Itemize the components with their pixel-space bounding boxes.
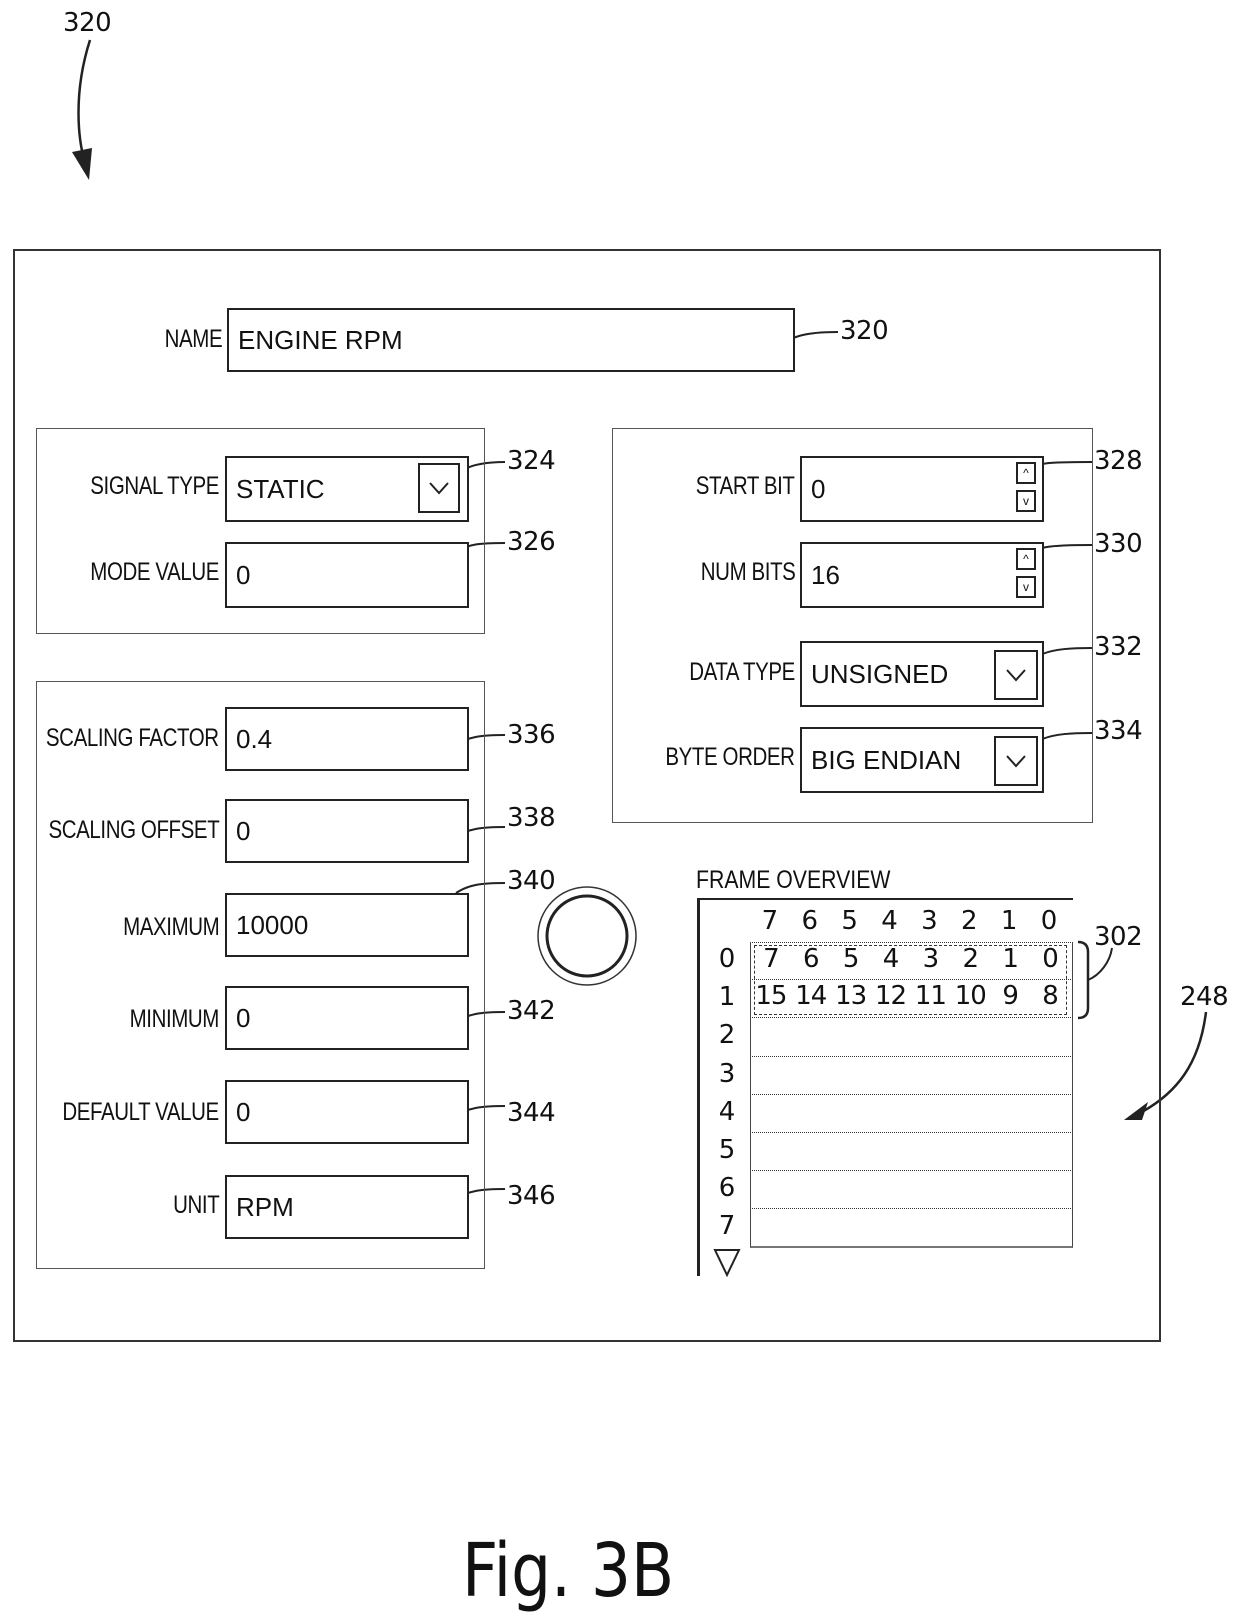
name-input-value: ENGINE RPM xyxy=(238,324,403,355)
ref-label-346: 346 xyxy=(507,1181,556,1211)
scaling-offset-label: SCALING OFFSET xyxy=(48,816,219,844)
unit-value: RPM xyxy=(236,1191,294,1222)
byte-row[interactable] xyxy=(750,1133,1073,1172)
bit-header: 3 xyxy=(921,906,938,936)
byte-row-index: 0 xyxy=(718,944,736,974)
ref-label-320-main: 320 xyxy=(63,8,112,38)
mode-value-value: 0 xyxy=(236,559,251,590)
ref-label-336: 336 xyxy=(507,720,556,750)
bit-header: 4 xyxy=(881,906,898,936)
chevron-down-icon: v xyxy=(1023,580,1029,594)
ref-label-326: 326 xyxy=(507,527,556,557)
ref-label-320: 320 xyxy=(840,316,889,346)
unit-label: UNIT xyxy=(172,1191,220,1219)
ref-label-332: 332 xyxy=(1094,632,1143,662)
num-bits-decrement-button[interactable]: v xyxy=(1016,576,1036,598)
byte-row-index: 1 xyxy=(718,982,736,1013)
chevron-down-icon xyxy=(1006,669,1026,682)
byte-order-dropdown-button[interactable] xyxy=(994,736,1038,786)
ref-label-334: 334 xyxy=(1094,716,1143,746)
minimum-label: MINIMUM xyxy=(129,1005,220,1033)
scaling-factor-value: 0.4 xyxy=(236,723,273,754)
ref-label-330: 330 xyxy=(1094,529,1143,559)
ref-label-342: 342 xyxy=(507,996,556,1026)
ref-label-340: 340 xyxy=(507,866,556,896)
byte-row-index: 3 xyxy=(718,1058,736,1089)
data-type-label: DATA TYPE xyxy=(689,658,795,686)
frame-overview-top-rule xyxy=(697,898,1073,900)
default-value-input[interactable]: 0 xyxy=(225,1080,469,1144)
triangle-down-icon xyxy=(713,1249,741,1278)
scaling-offset-value: 0 xyxy=(236,815,251,846)
minimum-value: 0 xyxy=(236,1002,251,1033)
num-bits-increment-button[interactable]: ^ xyxy=(1016,548,1036,570)
data-type-dropdown-button[interactable] xyxy=(994,650,1038,700)
num-bits-input[interactable]: 16 xyxy=(800,542,1044,608)
start-bit-label: START BIT xyxy=(696,472,795,500)
ref-label-338: 338 xyxy=(507,803,556,833)
signal-type-dropdown-button[interactable] xyxy=(418,463,460,513)
mode-value-input[interactable]: 0 xyxy=(225,542,469,608)
figure-caption: Fig. 3B xyxy=(462,1528,675,1614)
bit-header: 2 xyxy=(961,906,978,936)
scaling-offset-input[interactable]: 0 xyxy=(225,799,469,863)
name-input[interactable]: ENGINE RPM xyxy=(227,308,795,372)
ref-arrowhead-320 xyxy=(72,148,92,180)
byte-order-label: BYTE ORDER xyxy=(665,743,796,771)
byte-row[interactable] xyxy=(750,1171,1073,1210)
byte-row-index: 7 xyxy=(718,1211,736,1242)
ref-label-328: 328 xyxy=(1094,446,1143,476)
byte-row-index: 2 xyxy=(718,1020,736,1051)
chevron-down-icon xyxy=(1006,755,1026,768)
start-bit-input[interactable]: 0 xyxy=(800,456,1044,522)
default-value-value: 0 xyxy=(236,1096,251,1127)
signal-type-value: STATIC xyxy=(236,473,325,504)
bit-header: 5 xyxy=(841,906,858,936)
signal-type-label: SIGNAL TYPE xyxy=(90,472,219,500)
byte-row[interactable] xyxy=(750,1209,1073,1248)
maximum-value: 10000 xyxy=(236,909,309,940)
signal-bit-selection xyxy=(754,945,1067,1016)
ref-arrow-320 xyxy=(77,39,92,173)
ref-label-344: 344 xyxy=(507,1098,556,1128)
unit-input[interactable]: RPM xyxy=(225,1175,469,1239)
frame-overview-title: FRAME OVERVIEW xyxy=(696,866,891,894)
bit-header: 7 xyxy=(761,906,779,936)
frame-overview-left-rule xyxy=(697,898,700,1276)
chevron-down-icon xyxy=(429,482,449,495)
ref-label-248: 248 xyxy=(1180,982,1229,1012)
scaling-factor-input[interactable]: 0.4 xyxy=(225,707,469,771)
frame-scroll-down-button[interactable] xyxy=(713,1247,741,1278)
maximum-label: MAXIMUM xyxy=(122,913,220,941)
ref-label-302: 302 xyxy=(1094,922,1143,952)
byte-row-index: 6 xyxy=(718,1173,736,1204)
start-bit-value: 0 xyxy=(811,473,826,504)
ref-label-324: 324 xyxy=(507,446,556,476)
mode-value-label: MODE VALUE xyxy=(90,558,219,586)
chevron-down-icon: v xyxy=(1023,494,1029,508)
minimum-input[interactable]: 0 xyxy=(225,986,469,1050)
data-type-value: UNSIGNED xyxy=(811,658,949,689)
chevron-up-icon: ^ xyxy=(1023,466,1029,480)
num-bits-label: NUM BITS xyxy=(700,558,795,586)
byte-row[interactable] xyxy=(750,1056,1073,1095)
bit-header: 1 xyxy=(1000,906,1018,936)
bit-header: 0 xyxy=(1040,906,1058,936)
byte-row[interactable] xyxy=(750,1018,1073,1057)
name-label: NAME xyxy=(164,325,222,353)
start-bit-increment-button[interactable]: ^ xyxy=(1016,462,1036,484)
bit-header: 6 xyxy=(801,906,819,936)
maximum-input[interactable]: 10000 xyxy=(225,893,469,957)
default-value-label: DEFAULT VALUE xyxy=(62,1098,220,1126)
start-bit-decrement-button[interactable]: v xyxy=(1016,490,1036,512)
byte-row[interactable] xyxy=(750,1094,1073,1133)
circle-button[interactable] xyxy=(538,887,636,985)
scaling-factor-label: SCALING FACTOR xyxy=(46,724,219,752)
chevron-up-icon: ^ xyxy=(1023,552,1029,566)
num-bits-value: 16 xyxy=(811,559,840,590)
byte-row-index: 4 xyxy=(718,1096,736,1127)
byte-order-value: BIG ENDIAN xyxy=(811,744,962,775)
byte-row-index: 5 xyxy=(718,1135,736,1165)
